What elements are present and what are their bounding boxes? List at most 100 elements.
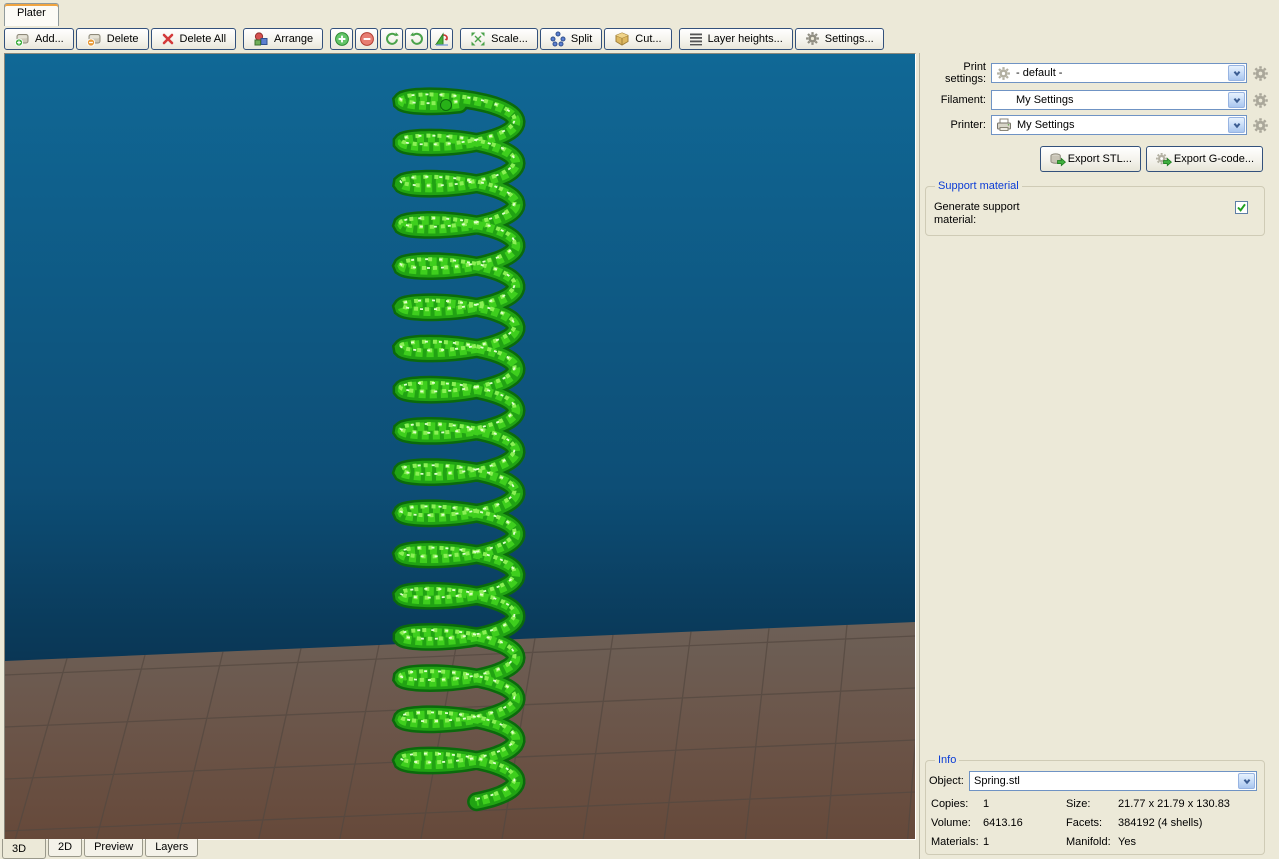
split-label: Split [571, 33, 592, 45]
view-tab-bar: 3D 2D Preview Layers [2, 839, 198, 859]
copies-value: 1 [983, 798, 1066, 810]
export-gcode-button[interactable]: Export G-code... [1146, 146, 1263, 172]
delete-all-label: Delete All [180, 33, 226, 45]
volume-label: Volume: [931, 817, 983, 829]
more-copies-button[interactable] [330, 28, 353, 50]
check-icon [1236, 202, 1247, 213]
delete-label: Delete [107, 33, 139, 45]
filament-label: Filament: [923, 94, 991, 106]
tab-plater[interactable]: Plater [4, 3, 59, 26]
minus-circle-icon [359, 31, 375, 47]
filament-combo[interactable]: My Settings [991, 90, 1247, 110]
add-label: Add... [35, 33, 64, 45]
manifold-label: Manifold: [1066, 836, 1118, 848]
rotate-ccw-button[interactable] [380, 28, 403, 50]
export-stl-label: Export STL... [1068, 153, 1132, 165]
facets-value: 384192 (4 shells) [1118, 817, 1258, 829]
plus-circle-icon [334, 31, 350, 47]
toolbar: Add... Delete Delete All Arrange [0, 26, 1279, 51]
red-cross-icon [161, 32, 175, 46]
slic3r-plater-window: Plater Add... Delete Del [0, 0, 1279, 859]
gear-icon [996, 66, 1011, 81]
layer-heights-label: Layer heights... [708, 33, 783, 45]
gear-icon [805, 31, 820, 46]
gear-icon [1252, 92, 1269, 109]
chevron-down-icon[interactable] [1228, 65, 1245, 81]
filament-gear-button[interactable] [1250, 90, 1270, 110]
rotate-ccw-icon [384, 31, 400, 47]
chevron-down-icon[interactable] [1238, 773, 1255, 789]
print-settings-gear-button[interactable] [1250, 63, 1270, 83]
mirror-icon [434, 31, 450, 47]
cut-box-icon [614, 31, 630, 47]
delete-button[interactable]: Delete [76, 28, 149, 50]
export-stl-button[interactable]: Export STL... [1040, 146, 1141, 172]
copies-label: Copies: [931, 798, 983, 810]
manifold-value: Yes [1118, 836, 1258, 848]
printer-gear-button[interactable] [1250, 115, 1270, 135]
info-groupbox: Info Object: Spring.stl Copies: 1 Size: … [925, 760, 1265, 855]
printer-combo[interactable]: My Settings [991, 115, 1247, 135]
object-combo[interactable]: Spring.stl [969, 771, 1257, 791]
info-grid: Copies: 1 Size: 21.77 x 21.79 x 130.83 V… [929, 798, 1258, 848]
3d-scene [5, 54, 915, 839]
materials-label: Materials: [931, 836, 983, 848]
top-tab-strip: Plater [0, 0, 1279, 26]
cut-label: Cut... [635, 33, 661, 45]
tab-2d[interactable]: 2D [48, 839, 82, 857]
object-value: Spring.stl [974, 775, 1020, 787]
support-material-title: Support material [935, 180, 1022, 192]
chevron-down-icon[interactable] [1228, 117, 1245, 133]
materials-value: 1 [983, 836, 1066, 848]
info-title: Info [935, 754, 959, 766]
split-dots-icon [550, 31, 566, 47]
tab-3d[interactable]: 3D [2, 839, 46, 859]
object-label: Object: [929, 775, 969, 787]
cut-button[interactable]: Cut... [604, 28, 671, 50]
rotate-cw-icon [409, 31, 425, 47]
settings-panel: Print settings: - default - Filament: [919, 53, 1279, 859]
delete-all-button[interactable]: Delete All [151, 28, 236, 50]
add-button[interactable]: Add... [4, 28, 74, 50]
export-gcode-label: Export G-code... [1174, 153, 1254, 165]
box-minus-icon [86, 31, 102, 47]
export-stl-icon [1049, 152, 1066, 167]
rotate-cw-button[interactable] [405, 28, 428, 50]
export-gcode-icon [1155, 152, 1172, 167]
chevron-down-icon[interactable] [1228, 92, 1245, 108]
gear-icon [1252, 65, 1269, 82]
fewer-copies-button[interactable] [355, 28, 378, 50]
settings-button[interactable]: Settings... [795, 28, 884, 50]
arrange-button[interactable]: Arrange [243, 28, 323, 50]
spring-end-nub [441, 100, 452, 111]
box-plus-icon [14, 31, 30, 47]
volume-value: 6413.16 [983, 817, 1066, 829]
generate-support-label: Generate support material: [934, 201, 1064, 227]
settings-label: Settings... [825, 33, 874, 45]
split-button[interactable]: Split [540, 28, 602, 50]
3d-viewport[interactable] [4, 53, 916, 840]
printer-icon [996, 118, 1012, 132]
generate-support-checkbox[interactable] [1235, 201, 1248, 214]
gear-icon [1252, 117, 1269, 134]
print-settings-label: Print settings: [923, 61, 991, 85]
arrange-label: Arrange [274, 33, 313, 45]
layers-icon [689, 32, 703, 46]
size-value: 21.77 x 21.79 x 130.83 [1118, 798, 1258, 810]
scale-arrows-icon [470, 31, 486, 47]
printer-label: Printer: [923, 119, 991, 131]
facets-label: Facets: [1066, 817, 1118, 829]
layer-heights-button[interactable]: Layer heights... [679, 28, 793, 50]
printer-value: My Settings [1012, 119, 1246, 131]
mirror-button[interactable] [430, 28, 453, 50]
print-settings-value: - default - [1011, 67, 1246, 79]
support-material-groupbox: Support material Generate support materi… [925, 186, 1265, 236]
print-settings-combo[interactable]: - default - [991, 63, 1247, 83]
tab-layers[interactable]: Layers [145, 839, 198, 857]
filament-value: My Settings [1016, 94, 1246, 106]
tab-preview[interactable]: Preview [84, 839, 143, 857]
scale-label: Scale... [491, 33, 528, 45]
scale-button[interactable]: Scale... [460, 28, 538, 50]
arrange-cubes-icon [253, 31, 269, 47]
size-label: Size: [1066, 798, 1118, 810]
